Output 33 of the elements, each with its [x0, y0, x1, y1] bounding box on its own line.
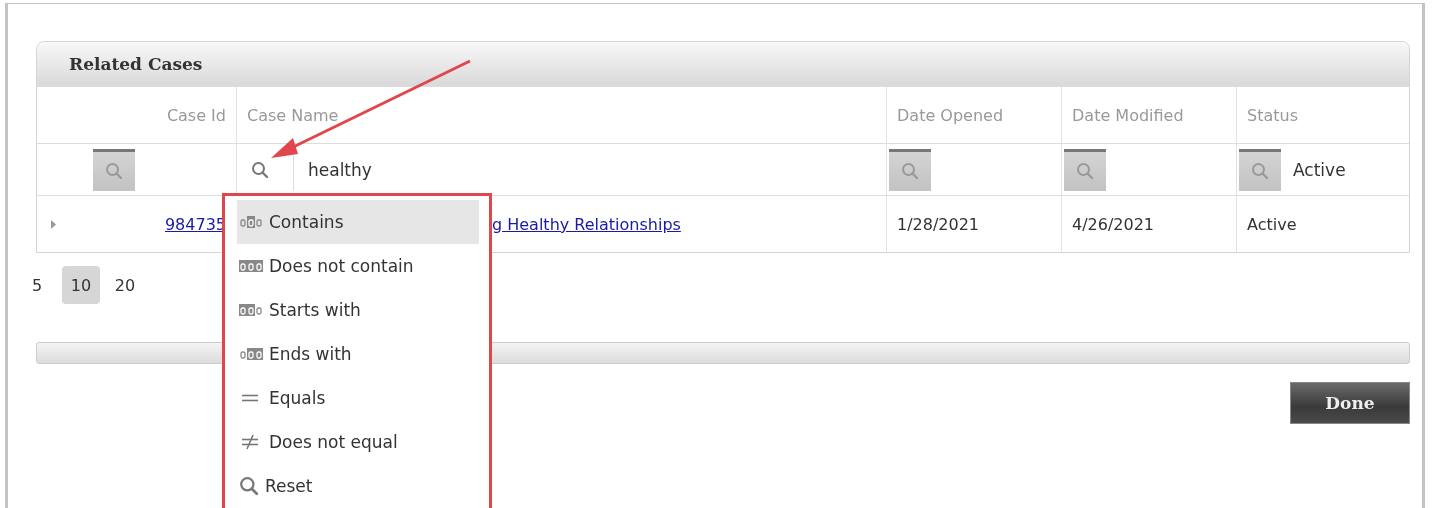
- page-size-button[interactable]: 10: [62, 266, 100, 304]
- search-icon: [901, 162, 919, 180]
- filter-menu-item[interactable]: Contains: [237, 200, 479, 244]
- case-name-link[interactable]: g Healthy Relationships: [492, 214, 681, 234]
- page-size-button[interactable]: 5: [18, 266, 56, 304]
- search-icon: [239, 476, 259, 496]
- text-filter-icon: [239, 215, 263, 229]
- text-filter-icon: [239, 303, 263, 317]
- filter-menu-item[interactable]: Starts with: [237, 288, 479, 332]
- table-cell: 1/28/2021: [897, 214, 980, 234]
- text-filter-icon: [239, 347, 263, 361]
- search-icon: [1251, 162, 1269, 180]
- search-icon: [105, 162, 123, 180]
- case-id-link[interactable]: 984735: [164, 214, 226, 234]
- filter-button[interactable]: [93, 148, 135, 191]
- page-size-button[interactable]: 20: [106, 266, 144, 304]
- filter-menu-item[interactable]: Ends with: [237, 332, 479, 376]
- filter-button[interactable]: [1064, 148, 1106, 191]
- table-cell: 4/26/2021: [1072, 214, 1155, 234]
- filter-button[interactable]: [889, 148, 931, 191]
- text-filter-icon: [239, 259, 263, 273]
- filter-menu-item[interactable]: Equals: [237, 376, 479, 420]
- filter-menu-item[interactable]: Reset: [237, 464, 479, 508]
- table-cell: Active: [1247, 214, 1297, 234]
- filter-menu-item[interactable]: Does not equal: [237, 420, 479, 464]
- panel-title: Related Cases: [37, 42, 1409, 86]
- filter-menu-item[interactable]: Does not contain: [237, 244, 479, 288]
- filter-value: Active: [1293, 159, 1346, 180]
- search-icon: [251, 160, 269, 179]
- done-button[interactable]: Done: [1290, 382, 1410, 424]
- filter-button[interactable]: [1239, 148, 1281, 191]
- expand-icon[interactable]: [51, 219, 57, 229]
- search-icon: [1076, 162, 1094, 180]
